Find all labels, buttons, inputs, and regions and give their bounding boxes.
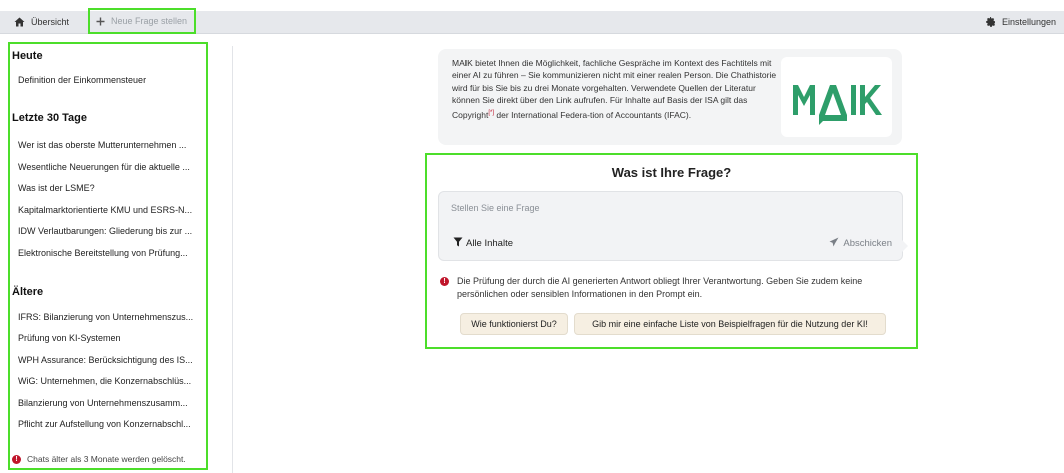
retention-note-text: Chats älter als 3 Monate werden gelöscht… <box>27 454 186 464</box>
send-button[interactable]: Abschicken <box>829 237 892 250</box>
maik-logo <box>781 57 892 137</box>
content-filter-button[interactable]: Alle Inhalte <box>453 237 513 250</box>
home-icon <box>14 17 25 27</box>
filter-icon <box>453 237 463 250</box>
chat-history-sidebar: Heute Definition der Einkommensteuer Let… <box>8 42 208 470</box>
sidebar-divider <box>232 46 233 473</box>
exclamation-icon: ! <box>12 454 21 464</box>
chat-history-item[interactable]: WPH Assurance: Berücksichtigung des IS..… <box>18 355 206 365</box>
chat-history-item[interactable]: Wer ist das oberste Mutterunternehmen ..… <box>18 140 206 150</box>
chat-history-item[interactable]: WiG: Unternehmen, die Konzernabschlüs... <box>18 376 206 386</box>
question-panel: Was ist Ihre Frage? Alle Inhalte Abschic… <box>425 153 918 349</box>
question-title: Was ist Ihre Frage? <box>611 165 732 180</box>
plus-icon <box>96 17 105 26</box>
input-box-pointer <box>902 240 908 252</box>
gear-icon <box>986 17 996 27</box>
chat-history-item[interactable]: Was ist der LSME? <box>18 183 206 193</box>
send-label: Abschicken <box>843 238 892 249</box>
info-box: MAIK bietet Ihnen die Möglichkeit, fachl… <box>438 49 902 145</box>
content-filter-label: Alle Inhalte <box>466 238 514 249</box>
settings-label: Einstellungen <box>1001 17 1056 27</box>
overview-button[interactable]: Übersicht <box>14 11 69 33</box>
info-text-part2: der International Federa-tion of Account… <box>494 109 692 120</box>
chat-history-item[interactable]: IFRS: Bilanzierung von Unternehmenszus..… <box>18 312 206 322</box>
section-heading-last-30-days: Letzte 30 Tage <box>12 112 87 124</box>
paper-plane-icon <box>829 237 839 250</box>
top-navigation-bar: Übersicht Neue Frage stellen Einstellung… <box>0 8 1064 34</box>
maik-logo-graphic <box>793 85 882 125</box>
suggestion-chip[interactable]: Gib mir eine einfache Liste von Beispiel… <box>574 313 886 335</box>
brand-prefix: MA <box>452 58 465 68</box>
chat-history-item[interactable]: Kapitalmarktorientierte KMU und ESRS-N..… <box>18 205 206 215</box>
ai-responsibility-warning-text: Die Prüfung der durch die AI generierten… <box>457 276 863 299</box>
chat-history-item[interactable]: Wesentliche Neuerungen für die aktuelle … <box>18 162 206 172</box>
suggestion-chip[interactable]: Wie funktionierst Du? <box>460 313 568 335</box>
question-input[interactable] <box>451 200 881 216</box>
chat-history-item[interactable]: Prüfung von KI-Systemen <box>18 333 206 343</box>
ai-responsibility-warning: ! Die Prüfung der durch die AI generiert… <box>440 275 910 301</box>
overview-label: Übersicht <box>31 17 70 27</box>
chat-history-item[interactable]: Pflicht zur Aufstellung von Konzernabsch… <box>18 419 206 429</box>
new-question-button[interactable]: Neue Frage stellen <box>88 8 196 34</box>
retention-note: ! Chats älter als 3 Monate werden gelösc… <box>12 454 186 464</box>
exclamation-icon: ! <box>440 277 449 286</box>
question-input-box: Alle Inhalte Abschicken <box>438 191 908 261</box>
new-question-label: Neue Frage stellen <box>111 16 188 26</box>
chat-history-item[interactable]: Bilanzierung von Unternehmenszusamm... <box>18 398 206 408</box>
info-text: MAIK bietet Ihnen die Möglichkeit, fachl… <box>452 57 778 121</box>
chat-history-item[interactable]: Definition der Einkommensteuer <box>18 75 206 85</box>
chat-history-item[interactable]: IDW Verlautbarungen: Gliederung bis zur … <box>18 226 206 236</box>
settings-button[interactable]: Einstellungen <box>986 11 1056 33</box>
section-heading-today: Heute <box>12 50 43 62</box>
chat-history-item[interactable]: Elektronische Bereitstellung von Prüfung… <box>18 248 206 258</box>
section-heading-older: Ältere <box>12 286 44 298</box>
